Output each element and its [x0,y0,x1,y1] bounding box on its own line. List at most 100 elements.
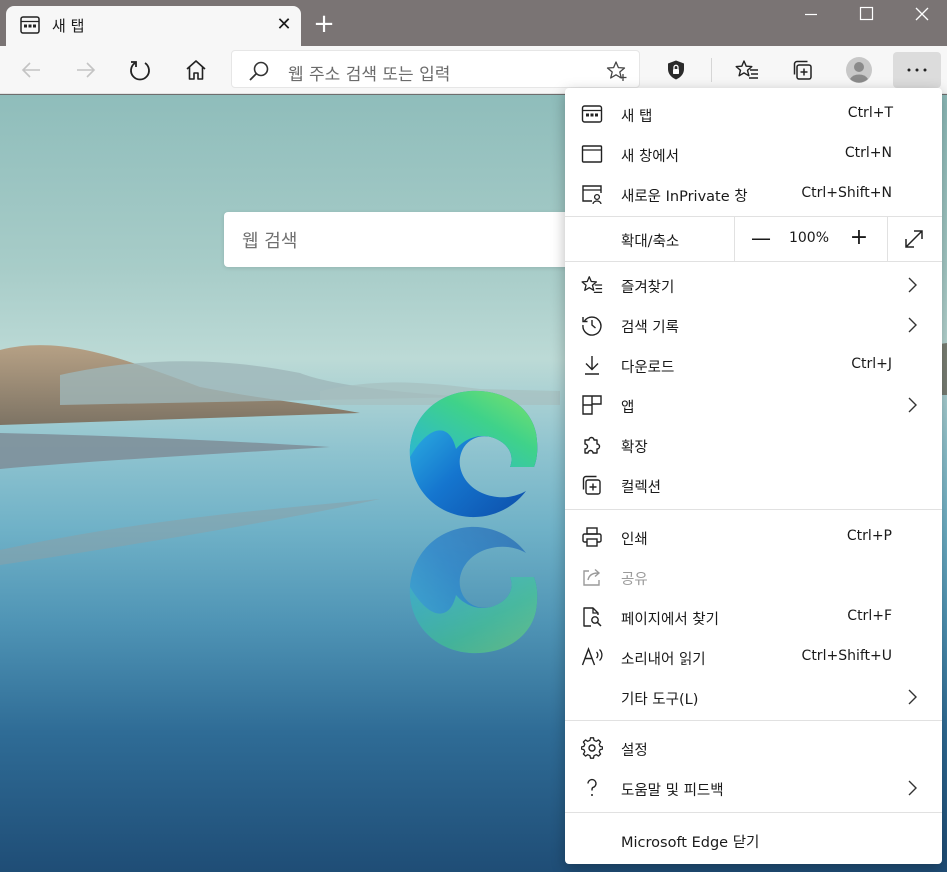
new-tab-page-icon [20,16,40,34]
maximize-button[interactable] [838,0,894,30]
close-tab-icon[interactable]: ✕ [274,15,294,35]
minimize-button[interactable] [783,0,839,30]
help-question-icon [581,777,603,799]
menu-item-find-on-page[interactable]: 페이지에서 찾기 Ctrl+F [565,597,942,637]
tab-title: 새 탭 [52,17,85,35]
menu-item-new-tab[interactable]: 새 탭 Ctrl+T [565,94,942,134]
menu-item-read-aloud[interactable]: 소리내어 읽기 Ctrl+Shift+U [565,637,942,677]
chevron-right-icon [906,687,918,707]
menu-item-label: Microsoft Edge 닫기 [621,835,760,851]
address-placeholder: 웹 주소 검색 또는 입력 [288,65,451,85]
add-favorite-star-icon[interactable] [606,60,628,86]
tab-new-tab[interactable]: 새 탭 ✕ [6,6,301,46]
menu-item-new-window[interactable]: 새 창에서 Ctrl+N [565,134,942,174]
menu-item-close-edge[interactable]: Microsoft Edge 닫기 [565,820,942,860]
new-tab-button[interactable]: + [310,10,338,38]
zoom-label: 확대/축소 [621,234,680,250]
collections-button[interactable] [785,52,821,88]
chevron-right-icon [906,315,918,335]
collections-icon [793,60,812,80]
back-button[interactable] [13,52,49,88]
menu-item-favorites[interactable]: 즐겨찾기 [565,265,942,305]
menu-item-print[interactable]: 인쇄 Ctrl+P [565,517,942,557]
find-on-page-icon [581,606,603,628]
menu-item-label: 설정 [621,743,648,759]
profile-button[interactable] [841,52,877,88]
menu-item-downloads[interactable]: 다운로드 Ctrl+J [565,345,942,385]
gear-icon [580,737,604,759]
fullscreen-icon [905,230,923,248]
menu-item-label: 도움말 및 피드백 [621,783,724,799]
zoom-in-button[interactable]: + [847,227,871,251]
favorites-icon [581,274,603,296]
zoom-level: 100% [788,230,830,246]
menu-item-settings[interactable]: 설정 [565,728,942,768]
search-icon [248,60,270,86]
more-dots-icon [907,68,927,72]
menu-divider [565,720,942,721]
menu-item-label: 새로운 InPrivate 창 [621,189,748,205]
menu-item-label: 인쇄 [621,532,648,548]
menu-item-share[interactable]: 공유 [565,557,942,597]
menu-item-label: 컬렉션 [621,480,662,496]
refresh-button[interactable] [122,52,158,88]
menu-item-collections[interactable]: 컬렉션 [565,465,942,505]
back-arrow-icon [21,62,40,78]
shield-lock-icon [668,60,684,80]
web-search-placeholder: 웹 검색 [242,231,298,252]
settings-and-more-menu: 새 탭 Ctrl+T 새 창에서 Ctrl+N 새로운 InPrivate 창 … [565,88,942,864]
zoom-separator [887,217,888,261]
zoom-row: 확대/축소 — 100% + [565,217,942,261]
menu-item-shortcut: Ctrl+F [847,608,892,624]
menu-item-label: 새 창에서 [621,149,679,165]
favorites-button[interactable] [729,52,765,88]
menu-item-more-tools[interactable]: 기타 도구(L) [565,677,942,717]
menu-item-shortcut: Ctrl+Shift+N [801,185,892,201]
new-tab-icon [581,103,603,125]
history-icon [581,314,603,336]
menu-item-label: 즐겨찾기 [621,280,675,296]
menu-item-label: 다운로드 [621,360,675,376]
zoom-separator [734,217,735,261]
new-window-icon [581,143,603,165]
menu-item-label: 소리내어 읽기 [621,652,706,668]
menu-item-extensions[interactable]: 확장 [565,425,942,465]
menu-divider [565,812,942,813]
menu-item-shortcut: Ctrl+T [847,105,893,121]
chevron-right-icon [906,395,918,415]
zoom-out-button[interactable]: — [749,227,773,251]
menu-divider [565,261,942,262]
menu-item-label: 확장 [621,440,648,456]
menu-item-label: 기타 도구(L) [621,692,699,708]
puzzle-piece-icon [581,434,603,456]
menu-divider [565,509,942,510]
toolbar: 웹 주소 검색 또는 입력 [0,46,947,94]
menu-item-new-inprivate-window[interactable]: 새로운 InPrivate 창 Ctrl+Shift+N [565,174,942,214]
menu-item-apps[interactable]: 앱 [565,385,942,425]
collections-icon [581,474,603,496]
favorites-list-icon [735,60,758,79]
menu-item-history[interactable]: 검색 기록 [565,305,942,345]
address-bar[interactable]: 웹 주소 검색 또는 입력 [231,50,640,88]
menu-item-label: 앱 [621,400,635,416]
settings-and-more-button[interactable] [893,52,941,88]
home-button[interactable] [178,52,214,88]
avatar-icon [846,57,872,83]
tracking-prevention-button[interactable] [658,52,694,88]
web-search-box[interactable]: 웹 검색 [224,212,624,267]
menu-item-shortcut: Ctrl+Shift+U [801,648,892,664]
menu-item-label: 검색 기록 [621,320,679,336]
edge-logo [409,390,538,518]
menu-item-help-and-feedback[interactable]: 도움말 및 피드백 [565,768,942,808]
chevron-right-icon [906,778,918,798]
menu-item-label: 공유 [621,572,648,588]
menu-item-label: 새 탭 [621,109,653,125]
chevron-right-icon [906,275,918,295]
title-bar: 새 탭 ✕ + [0,0,947,46]
close-window-button[interactable] [893,0,947,30]
forward-button[interactable] [68,52,104,88]
menu-item-label: 페이지에서 찾기 [621,612,719,628]
menu-item-shortcut: Ctrl+P [846,528,892,544]
fullscreen-button[interactable] [902,227,926,251]
toolbar-separator [711,58,712,82]
